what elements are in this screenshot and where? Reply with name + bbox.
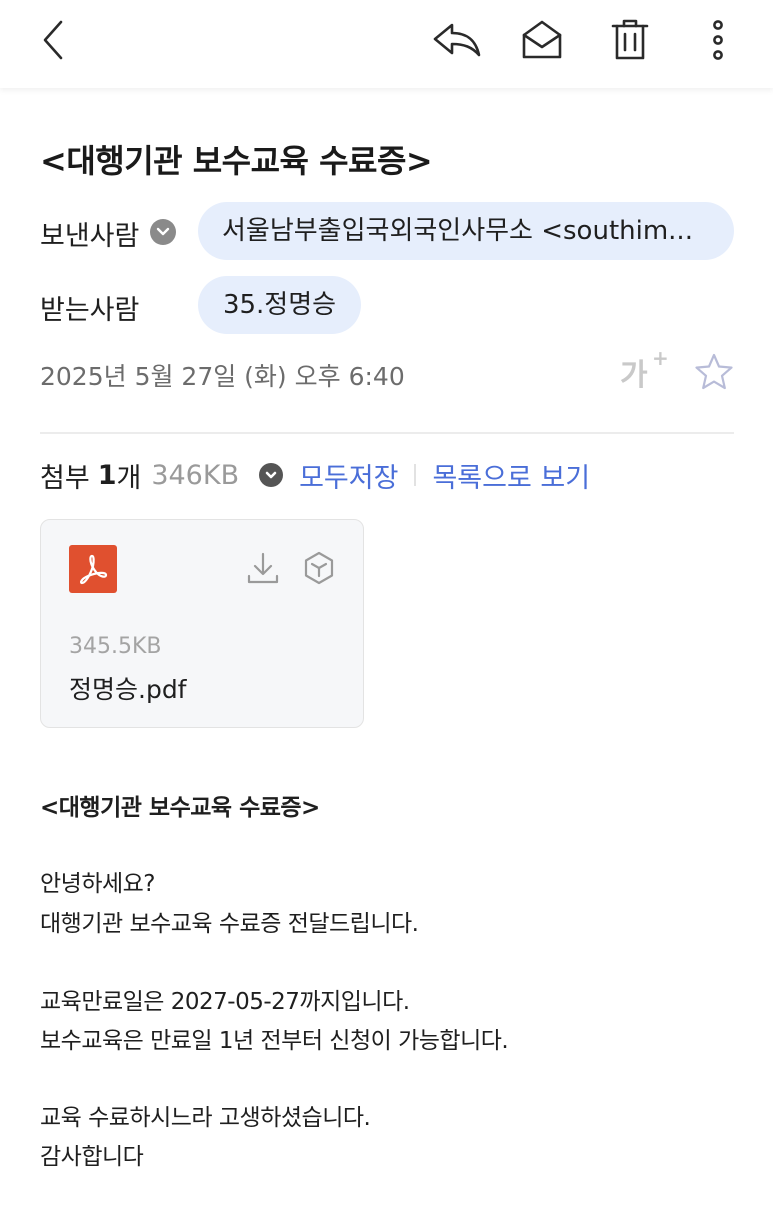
top-toolbar	[0, 0, 773, 88]
chevron-down-icon[interactable]	[259, 463, 284, 487]
font-size-label: 가	[620, 358, 648, 393]
mail-subject: <대행기관 보수교육 수료증>	[40, 142, 433, 180]
body-line: 교육만료일은 2027-05-27까지입니다.	[40, 989, 410, 1015]
font-size-plus: +	[652, 346, 669, 370]
sender-chip[interactable]: 서울남부출입국외국인사무소 <southim...	[198, 202, 734, 260]
mark-read-icon[interactable]	[518, 16, 566, 64]
body-line: 보수교육은 만료일 1년 전부터 신청이 가능합니다.	[40, 1028, 509, 1054]
receiver-label: 받는사람	[40, 295, 140, 326]
font-size-icon[interactable]: 가 +	[620, 346, 670, 396]
separator	[414, 464, 417, 486]
body-line: 안녕하세요?	[40, 871, 156, 897]
body-title: <대행기관 보수교육 수료증>	[40, 795, 320, 821]
body-line: 교육 수료하시느라 고생하셨습니다.	[40, 1105, 371, 1131]
sender-label: 보낸사람	[40, 221, 140, 252]
chevron-down-icon[interactable]	[150, 219, 176, 245]
pdf-icon	[69, 545, 117, 593]
attachment-count-unit: 개	[116, 462, 142, 494]
trash-icon[interactable]	[606, 16, 654, 64]
attachment-count: 1	[97, 459, 117, 491]
mail-date: 2025년 5월 27일 (화) 오후 6:40	[40, 362, 405, 391]
attachment-summary: 첨부 1 개 346KB 모두저장 목록으로 보기	[40, 455, 590, 495]
view-list-link[interactable]: 목록으로 보기	[432, 456, 590, 495]
attachment-file-card[interactable]: 345.5KB 정명승.pdf	[40, 519, 364, 728]
file-size: 345.5KB	[69, 634, 162, 659]
download-icon[interactable]	[245, 550, 283, 588]
cloud-save-icon[interactable]	[301, 550, 339, 588]
file-name: 정명승.pdf	[69, 675, 187, 704]
back-icon[interactable]	[30, 16, 78, 64]
attachment-total-size: 346KB	[151, 459, 240, 491]
reply-icon[interactable]	[430, 16, 484, 64]
body-line: 감사합니다	[40, 1144, 144, 1170]
attachment-label: 첨부	[40, 462, 90, 494]
body-line: 대행기관 보수교육 수료증 전달드립니다.	[40, 911, 419, 937]
save-all-link[interactable]: 모두저장	[299, 456, 398, 495]
more-vertical-icon[interactable]	[694, 16, 742, 64]
star-icon[interactable]	[694, 352, 736, 394]
receiver-chip[interactable]: 35.정명승	[198, 276, 361, 334]
divider	[40, 432, 734, 434]
